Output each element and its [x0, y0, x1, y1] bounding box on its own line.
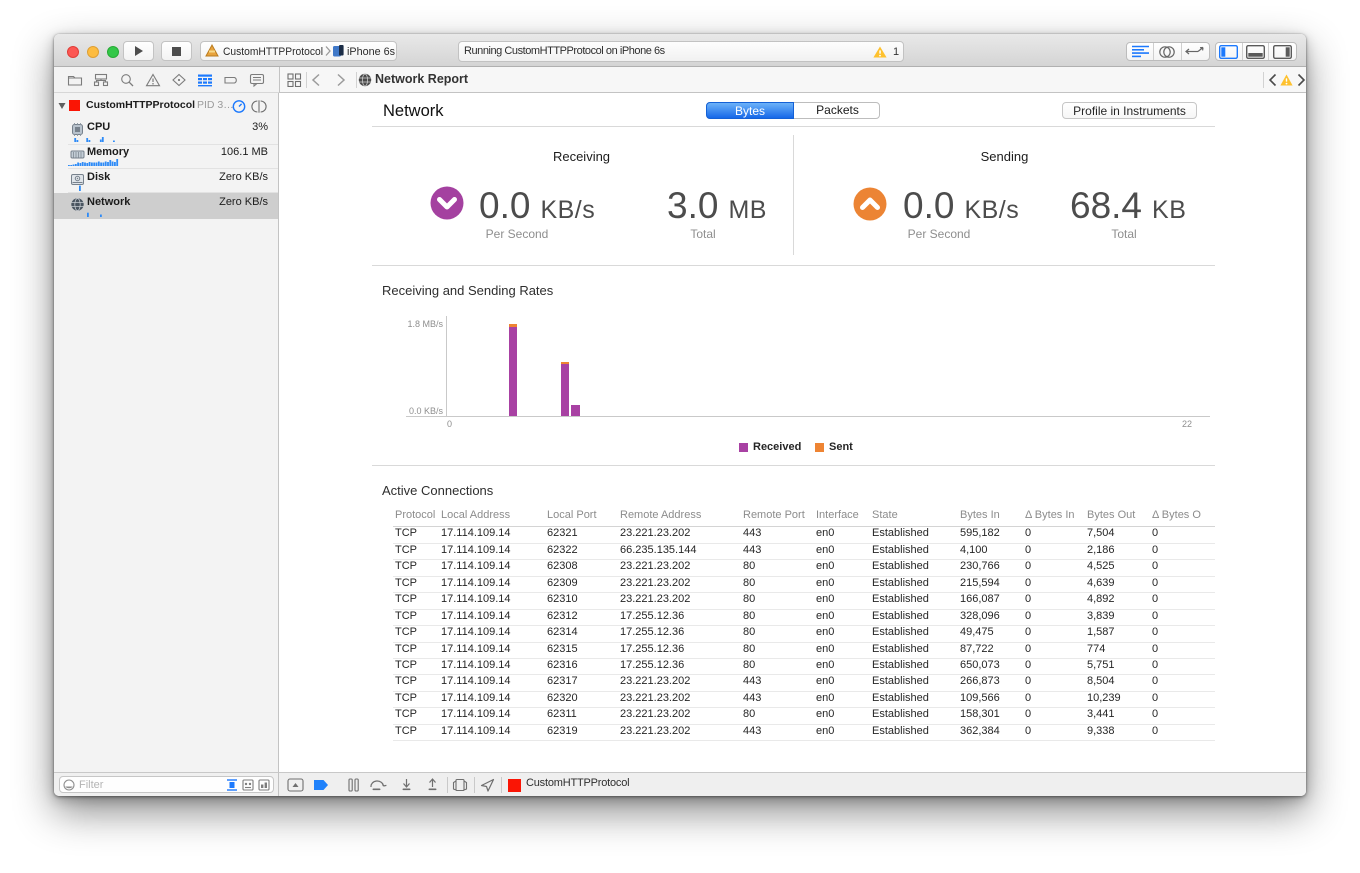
svg-text:iPhone 6s: iPhone 6s: [347, 46, 395, 58]
svg-text:CustomHTTPProtocol: CustomHTTPProtocol: [223, 46, 323, 58]
